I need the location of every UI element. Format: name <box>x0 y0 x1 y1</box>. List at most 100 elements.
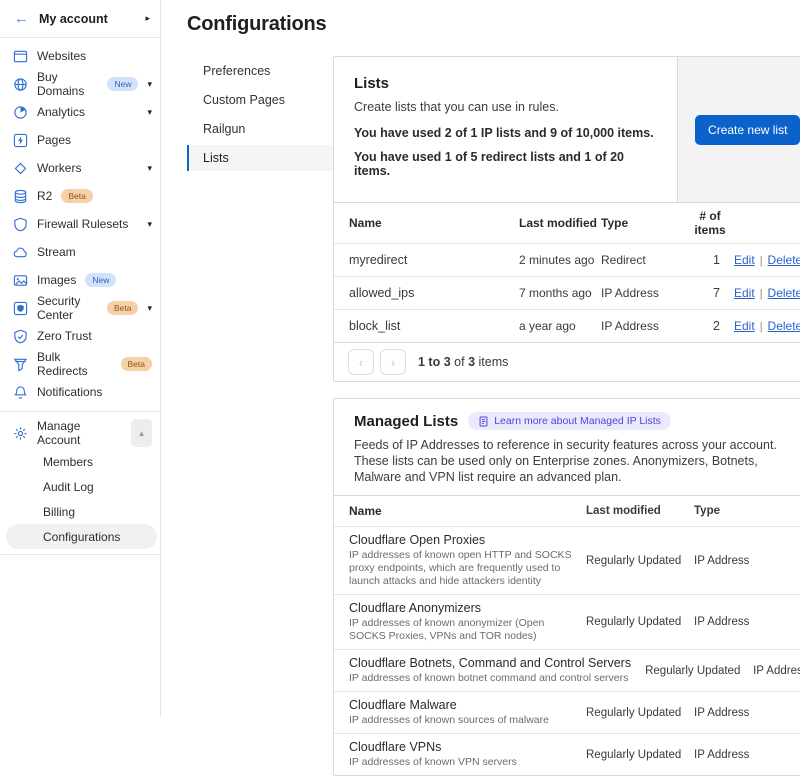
chevron-down-icon: ▾ <box>147 163 152 174</box>
separator: | <box>760 321 763 333</box>
subnav-item-lists[interactable]: Lists <box>187 145 333 171</box>
sidebar-item-members[interactable]: Members <box>6 449 157 474</box>
column-header-type: Type <box>694 505 800 517</box>
previous-page-button[interactable]: ‹ <box>348 349 374 375</box>
managed-list-name: Cloudflare Open Proxies <box>349 533 572 547</box>
managed-list-last-modified: Regularly Updated <box>586 555 694 567</box>
subnav-item-custom-pages[interactable]: Custom Pages <box>187 87 333 113</box>
table-row: Cloudflare Open Proxies IP addresses of … <box>334 526 800 594</box>
account-switcher[interactable]: ← My account ▸ <box>0 0 160 38</box>
table-row: Cloudflare Botnets, Command and Control … <box>334 649 800 691</box>
sidebar-item-manage-account[interactable]: Manage Account ▲ <box>0 417 160 449</box>
managed-list-description: IP addresses of known sources of malware <box>349 714 572 727</box>
sidebar-item-notifications[interactable]: Notifications ▾ <box>0 378 160 406</box>
next-page-button[interactable]: › <box>380 349 406 375</box>
managed-lists-description: Feeds of IP Addresses to reference in se… <box>354 437 794 485</box>
back-arrow-icon[interactable]: ← <box>14 11 29 26</box>
zerotrust-icon <box>13 329 28 344</box>
table-row: myredirect 2 minutes ago Redirect 1 Edit… <box>334 243 800 276</box>
bell-icon <box>13 385 28 400</box>
delete-link[interactable]: Delete <box>768 253 800 267</box>
managed-list-name: Cloudflare Malware <box>349 698 572 712</box>
row-actions: Edit|Delete <box>734 286 800 300</box>
pagination-status: 1 to 3 of 3 items <box>418 355 508 369</box>
row-actions: Edit | Delete <box>734 319 800 333</box>
sidebar-item-bulk-redirects[interactable]: Bulk Redirects Beta ▾ <box>0 350 160 378</box>
main-content: Configurations PreferencesCustom PagesRa… <box>161 0 800 717</box>
sidebar-item-firewall-rulesets[interactable]: Firewall Rulesets ▾ <box>0 210 160 238</box>
sidebar-item-label: Bulk Redirects <box>37 350 112 378</box>
list-type: Redirect <box>601 253 686 267</box>
managed-lists-title: Managed Lists <box>354 413 458 430</box>
sidebar-item-label: Analytics <box>37 105 85 119</box>
funnel-icon <box>13 357 28 372</box>
list-name: allowed_ips <box>334 286 519 300</box>
column-header-last-modified: Last modified <box>519 216 601 230</box>
sidebar-item-label: Stream <box>37 245 76 259</box>
managed-list-description: IP addresses of known anonymizer (Open S… <box>349 617 572 643</box>
status-badge: New <box>107 77 138 91</box>
sidebar-item-configurations[interactable]: Configurations <box>6 524 157 549</box>
sidebar-item-zero-trust[interactable]: Zero Trust ▾ <box>0 322 160 350</box>
sidebar-item-images[interactable]: Images New ▾ <box>0 266 160 294</box>
delete-link[interactable]: Delete <box>768 286 800 300</box>
chevron-right-icon: ▸ <box>145 13 150 24</box>
sidebar-item-r2[interactable]: R2 Beta ▾ <box>0 182 160 210</box>
list-name: block_list <box>334 319 519 333</box>
sidebar-item-websites[interactable]: Websites ▾ <box>0 42 160 70</box>
diamond-icon <box>13 161 28 176</box>
divider <box>0 554 160 555</box>
list-name: myredirect <box>334 253 519 267</box>
table-row: Cloudflare Anonymizers IP addresses of k… <box>334 594 800 649</box>
managed-list-description: IP addresses of known botnet command and… <box>349 672 631 685</box>
edit-link[interactable]: Edit <box>734 253 755 267</box>
lists-table-body: myredirect 2 minutes ago Redirect 1 Edit… <box>334 243 800 342</box>
sidebar-nav: Websites ▾ Buy Domains New ▾ Analytics ▾… <box>0 38 160 406</box>
sidebar-item-pages[interactable]: Pages ▾ <box>0 126 160 154</box>
document-icon <box>478 416 489 427</box>
managed-list-type: IP Address <box>694 555 800 567</box>
managed-list-name: Cloudflare VPNs <box>349 740 572 754</box>
learn-more-link[interactable]: Learn more about Managed IP Lists <box>468 412 671 430</box>
app: ← My account ▸ Websites ▾ Buy Domains Ne… <box>0 0 800 717</box>
delete-link[interactable]: Delete <box>768 319 800 333</box>
managed-list-last-modified: Regularly Updated <box>586 749 694 761</box>
managed-table-header: Name Last modified Type <box>334 495 800 526</box>
managed-list-description: IP addresses of known VPN servers <box>349 756 572 769</box>
sidebar-item-billing[interactable]: Billing <box>6 499 157 524</box>
sidebar-item-workers[interactable]: Workers ▾ <box>0 154 160 182</box>
managed-list-name: Cloudflare Anonymizers <box>349 601 572 615</box>
sidebar-item-stream[interactable]: Stream ▾ <box>0 238 160 266</box>
list-last-modified: a year ago <box>519 319 601 333</box>
managed-list-last-modified: Regularly Updated <box>645 665 753 677</box>
sidebar-item-label: Pages <box>37 133 71 147</box>
column-header-name: Name <box>334 504 586 518</box>
collapse-button[interactable]: ▲ <box>131 419 152 447</box>
subnav-item-railgun[interactable]: Railgun <box>187 116 333 142</box>
edit-link[interactable]: Edit <box>734 286 755 300</box>
list-last-modified: 2 minutes ago <box>519 253 601 267</box>
list-item-count: 2 <box>686 319 734 333</box>
chevron-down-icon: ▾ <box>147 303 152 314</box>
list-type: IP Address <box>601 286 686 300</box>
sidebar-item-buy-domains[interactable]: Buy Domains New ▾ <box>0 70 160 98</box>
edit-link[interactable]: Edit <box>734 319 755 333</box>
create-list-panel: Create new list <box>677 57 800 202</box>
subnav-item-preferences[interactable]: Preferences <box>187 58 333 84</box>
table-row: allowed_ips 7 months ago IP Address 7 Ed… <box>334 276 800 309</box>
sidebar-subitem-label: Members <box>43 455 93 469</box>
managed-list-name: Cloudflare Botnets, Command and Control … <box>349 656 631 670</box>
config-subnav: Preferences Custom Pages Railgun Lists <box>187 56 333 776</box>
table-row: block_list a year ago IP Address 2 Edit|… <box>334 309 800 342</box>
status-badge: Beta <box>107 301 139 315</box>
create-new-list-button[interactable]: Create new list <box>695 115 800 145</box>
sidebar-item-analytics[interactable]: Analytics ▾ <box>0 98 160 126</box>
column-header-type: Type <box>601 216 686 230</box>
manage-account-children: Members Audit Log Billing Configurations <box>0 449 160 549</box>
sidebar-item-security-center[interactable]: Security Center Beta ▾ <box>0 294 160 322</box>
column-header-items: # of items <box>686 209 734 237</box>
sidebar-item-label: Zero Trust <box>37 329 92 343</box>
column-header-name: Name <box>334 216 519 230</box>
lists-card-title: Lists <box>354 75 657 92</box>
sidebar-item-audit-log[interactable]: Audit Log <box>6 474 157 499</box>
